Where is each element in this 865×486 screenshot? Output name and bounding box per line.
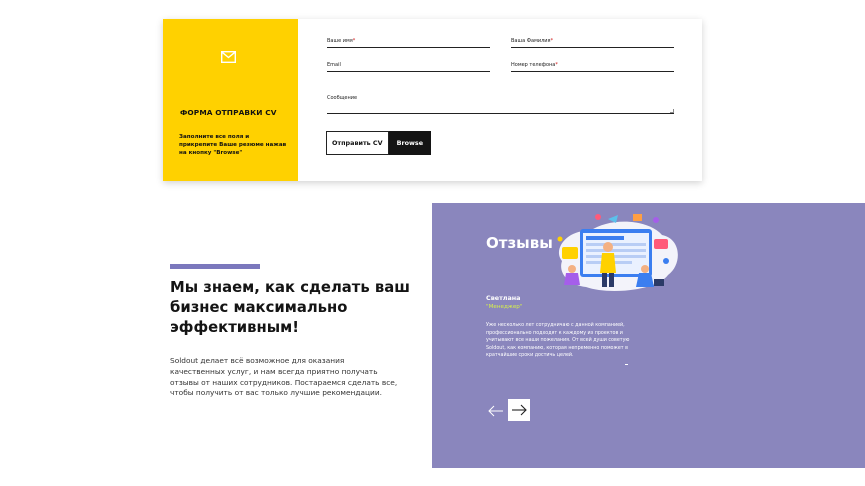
- cv-form-card: ФОРМА ОТПРАВКИ CV Заполните все поля и п…: [163, 19, 702, 181]
- mail-icon: [221, 51, 236, 63]
- cv-form-description: Заполните все поля и прикрепите Ваше рез…: [179, 134, 287, 157]
- cv-form-title: ФОРМА ОТПРАВКИ CV: [180, 108, 277, 117]
- phone-field-label: Номер телефона*: [511, 62, 558, 68]
- surname-field-label: Ваша Фамилия*: [511, 38, 554, 44]
- slide-dot[interactable]: [625, 364, 628, 365]
- cv-form-actions: Отправить CV Browse: [326, 131, 432, 155]
- review-text: Уже несколько лет сотрудничаю с данной к…: [486, 323, 630, 359]
- next-review-button[interactable]: [508, 399, 530, 421]
- arrow-right-icon: [512, 404, 527, 416]
- phone-field[interactable]: Номер телефона*: [511, 59, 674, 72]
- reviewer-name: Светлана: [486, 294, 521, 302]
- email-field[interactable]: Email: [327, 59, 490, 72]
- reviews-title: Отзывы: [486, 234, 553, 252]
- message-field-label: Сообщение: [327, 95, 358, 101]
- reviewer-role: "Менеджер": [486, 304, 523, 310]
- promo-heading: Мы знаем, как сделать ваш бизнес максима…: [170, 279, 410, 336]
- promo-text: Soldout делает всё возможное для оказани…: [170, 356, 398, 398]
- reviews-panel: Отзывы Светлана "Менеджер" Уже несколько…: [432, 203, 865, 468]
- send-cv-button[interactable]: Отправить CV: [326, 131, 389, 155]
- arrow-left-icon: [488, 405, 503, 417]
- message-field[interactable]: Сообщение: [327, 92, 674, 114]
- cv-form-sidebar: ФОРМА ОТПРАВКИ CV Заполните все поля и п…: [163, 19, 298, 181]
- surname-field[interactable]: Ваша Фамилия*: [511, 35, 674, 48]
- reviews-illustration: [557, 214, 678, 291]
- prev-review-button[interactable]: [485, 400, 507, 422]
- name-field-label: Ваше имя*: [327, 38, 356, 44]
- browse-button[interactable]: Browse: [388, 131, 432, 155]
- accent-bar: [170, 264, 260, 269]
- resize-handle[interactable]: [670, 109, 674, 113]
- cv-form: Ваше имя* Ваша Фамилия* Email Номер теле…: [298, 19, 702, 181]
- email-field-label: Email: [327, 62, 341, 68]
- name-field[interactable]: Ваше имя*: [327, 35, 490, 48]
